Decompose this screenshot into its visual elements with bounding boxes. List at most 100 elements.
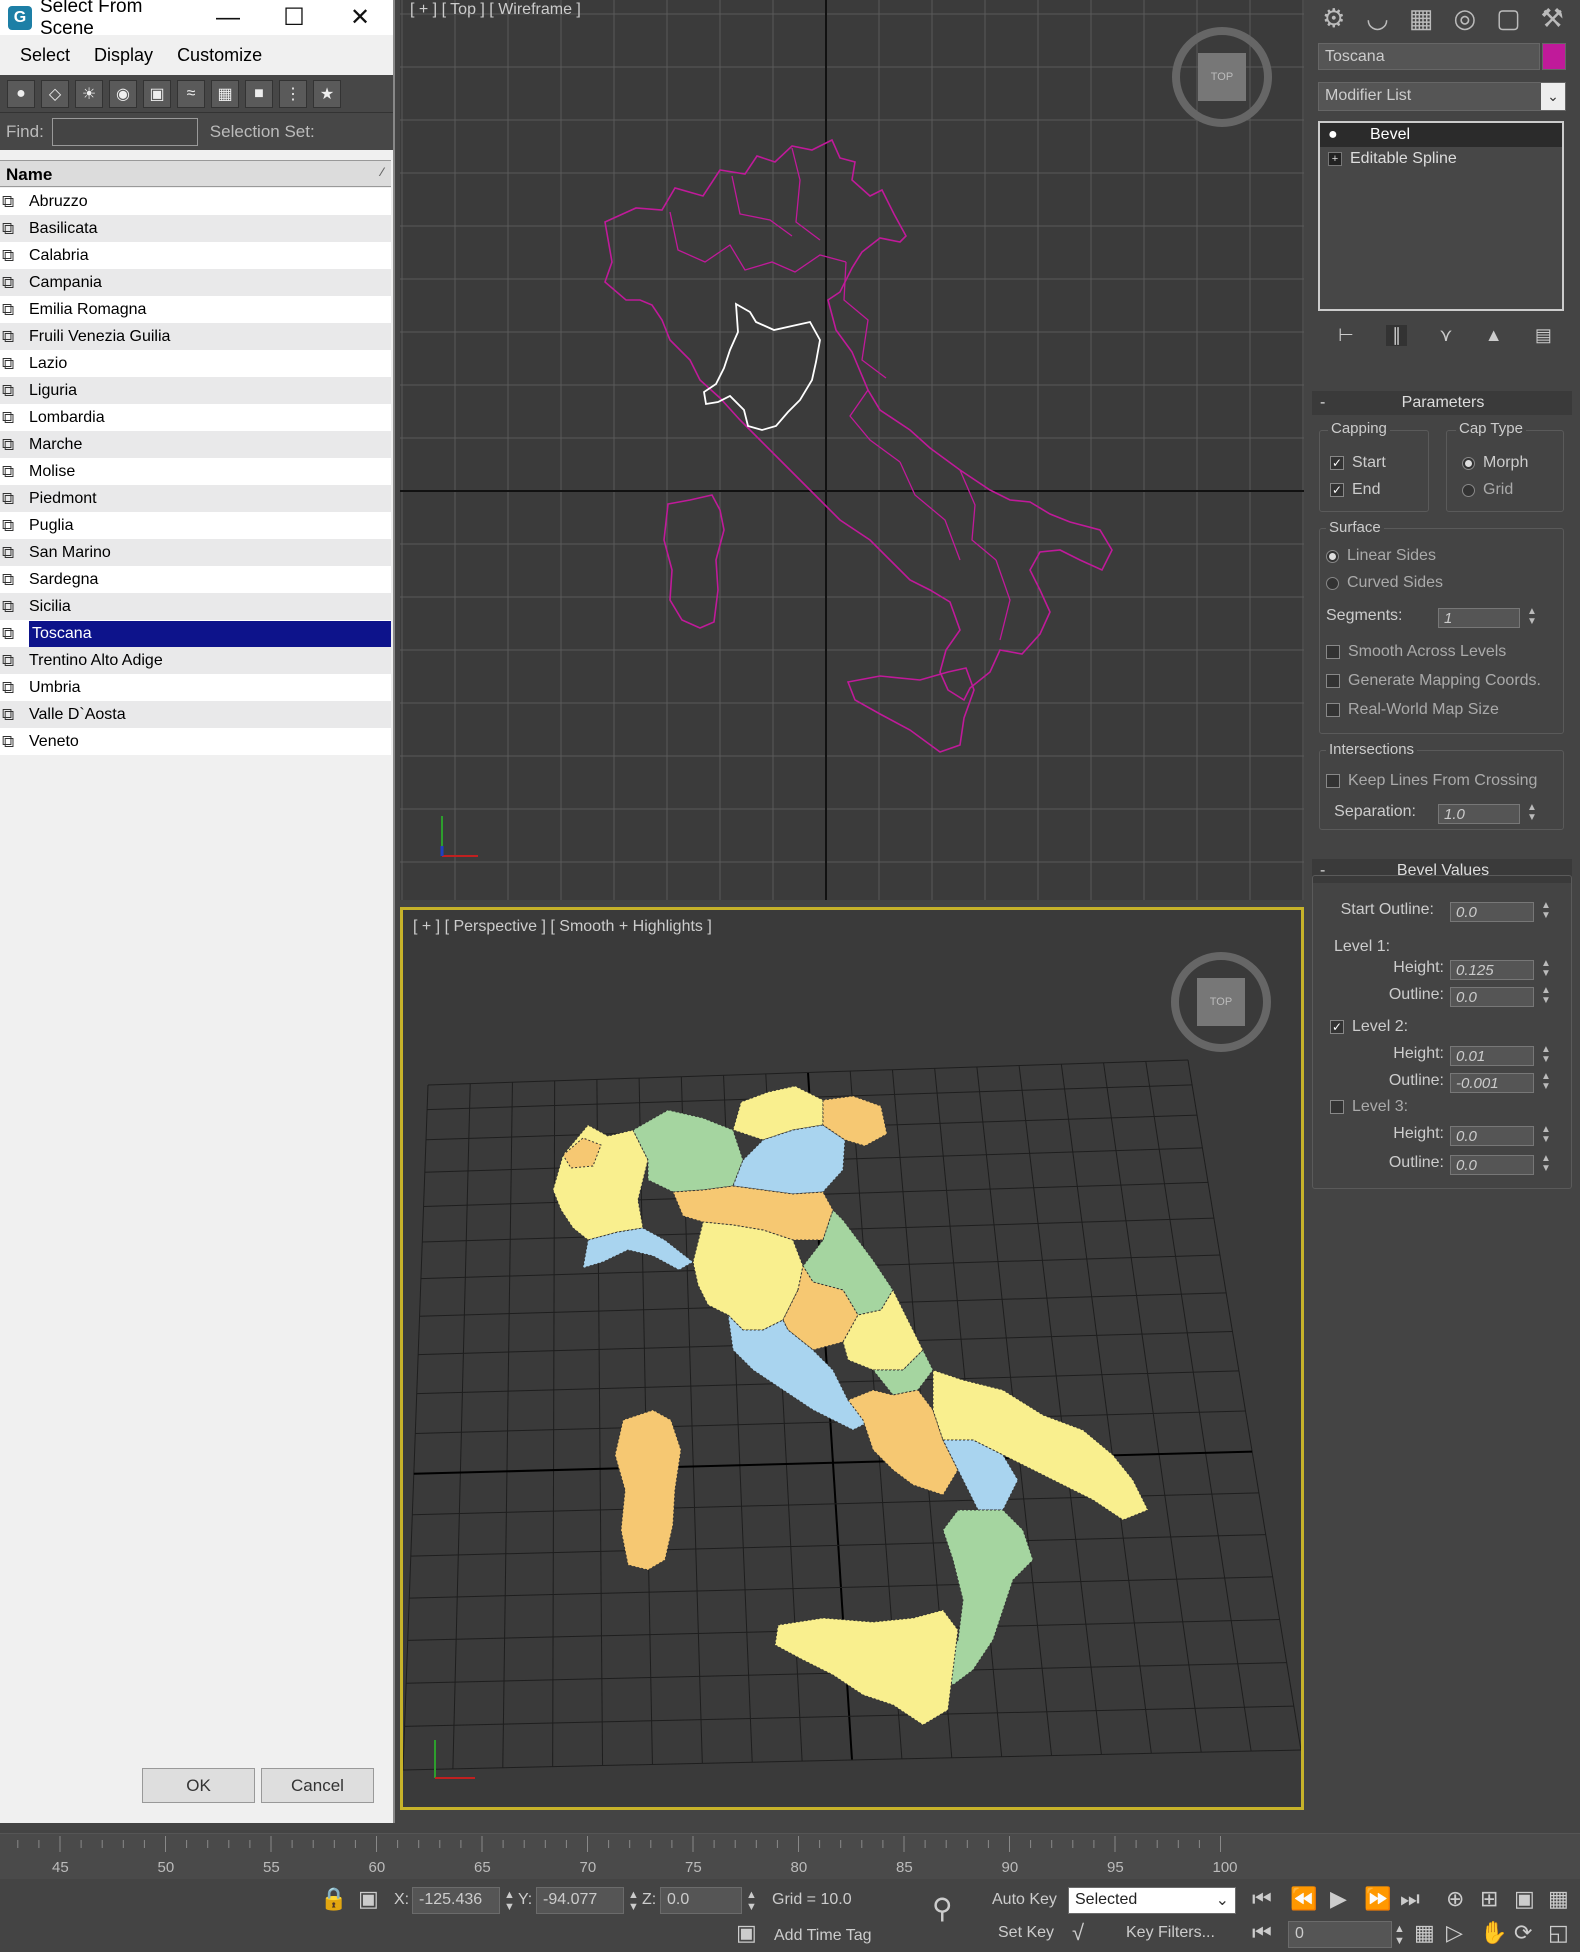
key-icon[interactable]: ⚲ xyxy=(932,1895,953,1923)
maximize-icon[interactable]: ☐ xyxy=(261,0,327,35)
list-item[interactable]: ⧉ San Marino xyxy=(0,539,391,566)
list-item[interactable]: ⧉ Liguria xyxy=(0,377,391,404)
list-item[interactable]: ⧉ Basilicata xyxy=(0,215,391,242)
create-tab-icon[interactable]: ⚙ xyxy=(1318,2,1350,34)
absolute-mode-icon[interactable]: ▣ xyxy=(358,1887,379,1911)
cancel-button[interactable]: Cancel xyxy=(261,1768,374,1803)
configure-modifier-sets-icon[interactable]: ▤ xyxy=(1535,325,1552,346)
time-tag-icon[interactable]: ▣ xyxy=(736,1921,757,1945)
goto-start-icon[interactable]: ⏮ xyxy=(1252,1887,1272,1911)
smooth-across-checkbox[interactable]: Smooth Across Levels xyxy=(1326,643,1506,661)
list-item[interactable]: ⧉ Valle D`Aosta xyxy=(0,701,391,728)
menu-display[interactable]: Display xyxy=(82,45,165,66)
list-item[interactable]: ⧉ Calabria xyxy=(0,242,391,269)
geometry-filter-icon[interactable]: ● xyxy=(7,79,35,108)
current-frame-field[interactable]: 0 xyxy=(1288,1921,1392,1948)
list-item[interactable]: ⧉ Molise xyxy=(0,458,391,485)
list-item[interactable]: ⧉ Abruzzo xyxy=(0,188,391,215)
top-viewport-label[interactable]: [ + ] [ Top ] [ Wireframe ] xyxy=(410,1,581,19)
lights-filter-icon[interactable]: ☀ xyxy=(75,79,103,108)
prev-frame-icon[interactable]: ⏪ xyxy=(1290,1887,1317,1911)
hierarchy-tab-icon[interactable]: ▦ xyxy=(1405,2,1437,34)
list-item[interactable]: ⧉ Campania xyxy=(0,269,391,296)
utilities-tab-icon[interactable]: ⚒ xyxy=(1536,2,1568,34)
cap-start-checkbox[interactable]: ✓ Start xyxy=(1330,454,1386,472)
segments-value[interactable]: 1 xyxy=(1438,608,1520,628)
name-column-header[interactable]: Name ⁄ xyxy=(0,160,391,187)
spinner-arrows-icon[interactable]: ▲ ▼ xyxy=(1524,607,1540,629)
list-item[interactable]: ⧉ Emilia Romagna xyxy=(0,296,391,323)
time-config-icon[interactable]: ▦ xyxy=(1414,1921,1435,1945)
keep-lines-checkbox[interactable]: Keep Lines From Crossing xyxy=(1326,772,1537,790)
modify-tab-icon[interactable]: ◡ xyxy=(1361,2,1393,34)
menu-select[interactable]: Select xyxy=(8,45,82,66)
bones-filter-icon[interactable]: ⋮ xyxy=(279,79,307,108)
list-item[interactable]: ⧉ Piedmont xyxy=(0,485,391,512)
key-filters-button[interactable]: Key Filters... xyxy=(1126,1924,1215,1942)
viewcube-persp[interactable]: TOP xyxy=(1171,952,1271,1052)
stack-item-bevel[interactable]: ● Bevel xyxy=(1320,123,1562,147)
list-item[interactable]: ⧉ Sicilia xyxy=(0,593,391,620)
make-unique-icon[interactable]: ⋎ xyxy=(1439,325,1452,346)
minimize-icon[interactable]: — xyxy=(195,0,261,35)
remove-modifier-icon[interactable]: ▲ xyxy=(1485,325,1503,346)
fov-icon[interactable]: ▷ xyxy=(1446,1921,1463,1945)
next-frame-icon[interactable]: ⏩ xyxy=(1364,1887,1391,1911)
list-item[interactable]: ⧉ Sardegna xyxy=(0,566,391,593)
motion-tab-icon[interactable]: ◎ xyxy=(1449,2,1481,34)
pin-stack-icon[interactable]: ⊢ xyxy=(1338,325,1354,346)
play-icon[interactable]: ▶ xyxy=(1330,1887,1347,1911)
spinner-arrows-icon[interactable]: ▲ ▼ xyxy=(628,1889,639,1913)
separation-value[interactable]: 1.0 xyxy=(1438,804,1520,824)
zoom-icon[interactable]: ⊕ xyxy=(1446,1887,1464,1911)
find-input[interactable] xyxy=(51,117,198,146)
spinner-arrows-icon[interactable]: ▲ ▼ xyxy=(746,1889,757,1913)
orbit-icon[interactable]: ⟳ xyxy=(1514,1921,1532,1945)
zoom-extents-icon[interactable]: ▣ xyxy=(1514,1887,1535,1911)
segments-spinner[interactable]: 1 ▲ ▼ xyxy=(1438,607,1540,629)
list-item[interactable]: ⧉ Umbria xyxy=(0,674,391,701)
show-end-result-icon[interactable]: ∥ xyxy=(1386,324,1408,346)
cap-morph-radio[interactable]: Morph xyxy=(1462,454,1528,472)
curved-sides-radio[interactable]: Curved Sides xyxy=(1326,574,1443,592)
chevron-down-icon[interactable]: ⌄ xyxy=(1541,83,1565,110)
lock-selection-icon[interactable]: 🔒 xyxy=(320,1887,347,1911)
list-item[interactable]: ⧉ Veneto xyxy=(0,728,391,755)
chevron-down-icon[interactable]: ⌄ xyxy=(1216,1890,1229,1910)
list-item[interactable]: ⧉ Toscana xyxy=(0,620,391,647)
select-all-filter-icon[interactable]: ★ xyxy=(313,79,341,108)
list-item[interactable]: ⧉ Marche xyxy=(0,431,391,458)
expand-plus-icon[interactable]: + xyxy=(1328,152,1342,166)
ok-button[interactable]: OK xyxy=(142,1768,255,1803)
linear-sides-radio[interactable]: Linear Sides xyxy=(1326,547,1436,565)
list-item[interactable]: ⧉ Fruili Venezia Guilia xyxy=(0,323,391,350)
cap-grid-radio[interactable]: Grid xyxy=(1462,481,1513,499)
viewcube-face[interactable]: TOP xyxy=(1198,53,1246,101)
list-item[interactable]: ⧉ Lombardia xyxy=(0,404,391,431)
perspective-viewport[interactable]: [ + ] [ Perspective ] [ Smooth + Highlig… xyxy=(400,907,1304,1810)
set-key-button[interactable]: Set Key xyxy=(998,1924,1054,1942)
perspective-viewport-label[interactable]: [ + ] [ Perspective ] [ Smooth + Highlig… xyxy=(413,918,712,936)
cap-end-checkbox[interactable]: ✓ End xyxy=(1330,481,1380,499)
tangent-icon[interactable]: √ xyxy=(1072,1921,1084,1945)
object-color-swatch[interactable] xyxy=(1542,43,1566,70)
x-coord-field[interactable]: -125.436 xyxy=(412,1887,500,1914)
menu-customize[interactable]: Customize xyxy=(165,45,274,66)
zoom-extents-all-icon[interactable]: ▦ xyxy=(1548,1887,1569,1911)
display-tab-icon[interactable]: ▢ xyxy=(1492,2,1524,34)
y-coord-field[interactable]: -94.077 xyxy=(536,1887,624,1914)
close-icon[interactable]: ✕ xyxy=(327,0,393,35)
shapes-filter-icon[interactable]: ◇ xyxy=(41,79,69,108)
zoom-all-icon[interactable]: ⊞ xyxy=(1480,1887,1498,1911)
spinner-arrows-icon[interactable]: ▲ ▼ xyxy=(504,1889,515,1913)
pan-icon[interactable]: ✋ xyxy=(1480,1921,1507,1945)
top-viewport[interactable]: [ + ] [ Top ] [ Wireframe ] TOP xyxy=(400,0,1304,900)
add-time-tag-button[interactable]: Add Time Tag xyxy=(774,1927,872,1945)
modifier-list-dropdown[interactable]: Modifier List ⌄ xyxy=(1318,82,1566,111)
timeline-track[interactable]: 45 50 55 60 65 70 75 80 85 90 95 100 xyxy=(0,1833,1580,1879)
xrefs-filter-icon[interactable]: ■ xyxy=(245,79,273,108)
spacewarps-filter-icon[interactable]: ≈ xyxy=(177,79,205,108)
z-coord-field[interactable]: 0.0 xyxy=(660,1887,742,1914)
groups-filter-icon[interactable]: ▦ xyxy=(211,79,239,108)
parameters-rollout-header[interactable]: - Parameters xyxy=(1312,391,1572,415)
